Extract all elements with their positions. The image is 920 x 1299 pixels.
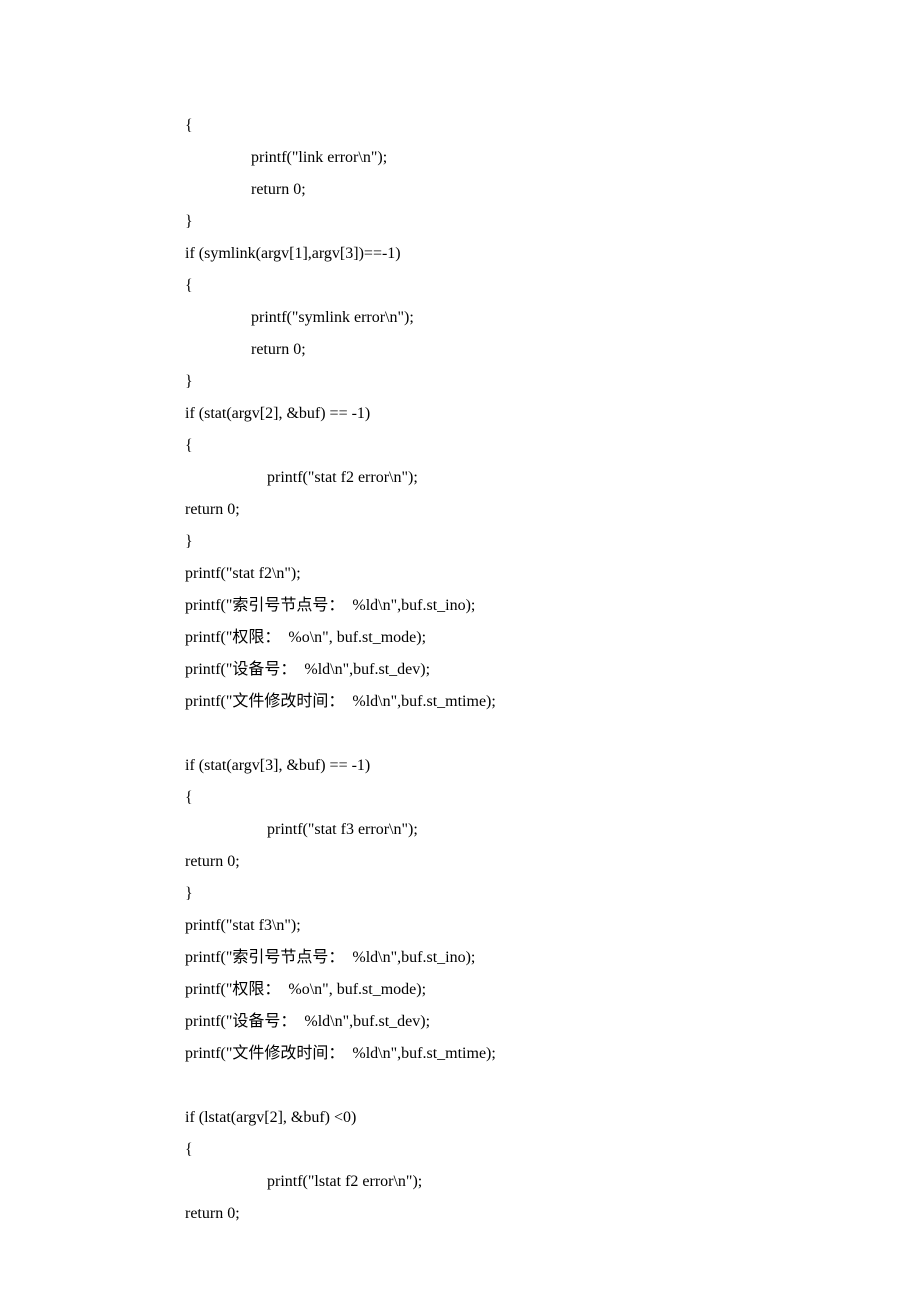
code-line: return 0; [185,334,920,366]
blank-line [185,1070,920,1102]
code-line: if (symlink(argv[1],argv[3])==-1) [185,238,920,270]
code-line: printf("stat f3\n"); [185,910,920,942]
code-line: printf("权限： %o\n", buf.st_mode); [185,622,920,654]
code-line: printf("stat f2\n"); [185,558,920,590]
code-line: printf("设备号： %ld\n",buf.st_dev); [185,1006,920,1038]
code-line: printf("lstat f2 error\n"); [185,1166,920,1198]
code-line: return 0; [185,174,920,206]
code-line: printf("symlink error\n"); [185,302,920,334]
code-line: printf("stat f2 error\n"); [185,462,920,494]
code-line: printf("文件修改时间： %ld\n",buf.st_mtime); [185,1038,920,1070]
code-line: printf("设备号： %ld\n",buf.st_dev); [185,654,920,686]
code-line: printf("权限： %o\n", buf.st_mode); [185,974,920,1006]
code-line: { [185,110,920,142]
code-line: } [185,206,920,238]
code-line: if (stat(argv[3], &buf) == -1) [185,750,920,782]
code-line: } [185,366,920,398]
code-line: return 0; [185,846,920,878]
code-line: printf("stat f3 error\n"); [185,814,920,846]
code-line: } [185,878,920,910]
code-line: printf("索引号节点号： %ld\n",buf.st_ino); [185,942,920,974]
code-line: return 0; [185,494,920,526]
code-line: { [185,270,920,302]
blank-line [185,718,920,750]
code-line: if (lstat(argv[2], &buf) <0) [185,1102,920,1134]
code-line: printf("link error\n"); [185,142,920,174]
code-line: printf("文件修改时间： %ld\n",buf.st_mtime); [185,686,920,718]
code-line: printf("索引号节点号： %ld\n",buf.st_ino); [185,590,920,622]
code-line: } [185,526,920,558]
document-page: { printf("link error\n"); return 0; } if… [0,0,920,1299]
code-line: return 0; [185,1198,920,1230]
code-line: if (stat(argv[2], &buf) == -1) [185,398,920,430]
code-line: { [185,782,920,814]
code-line: { [185,1134,920,1166]
code-line: { [185,430,920,462]
